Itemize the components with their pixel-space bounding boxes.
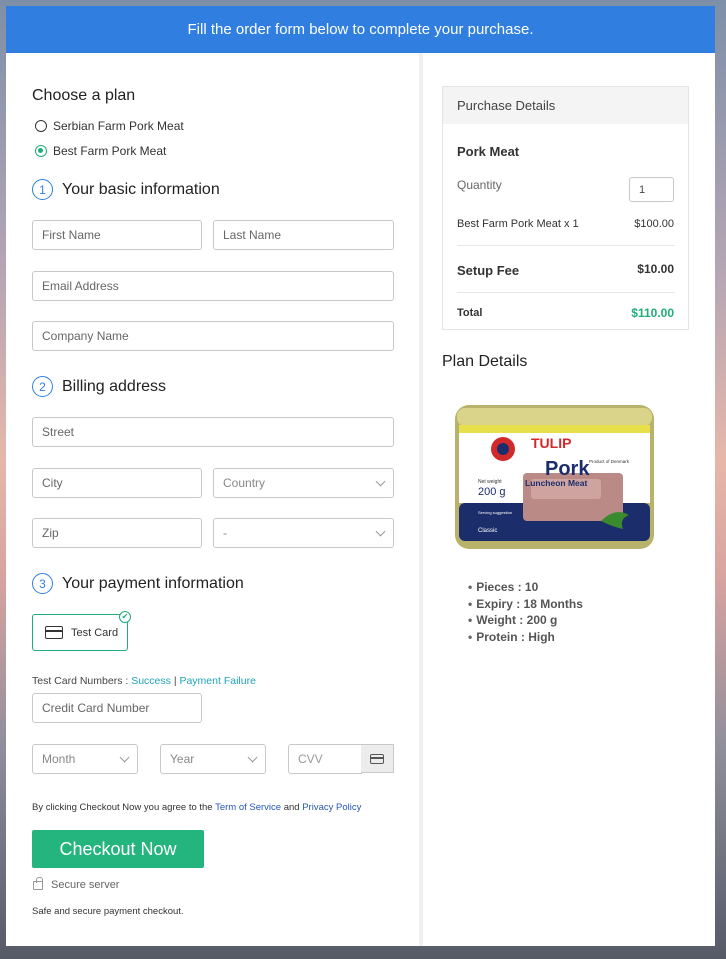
chevron-down-icon (375, 476, 386, 487)
test-card-option[interactable]: Test Card (32, 614, 128, 651)
section-title: Billing address (62, 377, 167, 395)
lock-icon (33, 876, 43, 890)
list-item: Weight : 200 g (468, 612, 583, 629)
list-item: Expiry : 18 Months (468, 596, 583, 613)
can-origin-text: Product of Denmark (589, 459, 630, 464)
cvv-field[interactable]: CVV (288, 744, 362, 774)
line-item-price: $100.00 (634, 218, 674, 230)
order-form-card: Choose a plan Serbian Farm Pork Meat Bes… (6, 53, 715, 946)
check-icon: ✔ (119, 611, 131, 623)
step-number: 3 (32, 573, 53, 594)
credit-card-icon (45, 626, 63, 639)
purchase-details-heading: Purchase Details (443, 87, 688, 124)
credit-card-icon (370, 753, 384, 764)
email-field[interactable]: Email Address (32, 271, 394, 301)
plan-details-heading: Plan Details (442, 353, 528, 370)
year-select[interactable]: Year (160, 744, 266, 774)
section-title: Your payment information (62, 574, 244, 592)
country-select-value: Country (223, 476, 266, 490)
plan-option-label: Best Farm Pork Meat (53, 144, 167, 158)
plan-option-label: Serbian Farm Pork Meat (53, 119, 184, 133)
setup-fee-price: $10.00 (637, 262, 674, 276)
terms-of-service-link[interactable]: Term of Service (215, 802, 281, 813)
secure-server-note: Secure server (33, 876, 120, 891)
zip-field[interactable]: Zip (32, 518, 202, 548)
state-select[interactable]: - (213, 518, 394, 548)
plan-option-serbian[interactable]: Serbian Farm Pork Meat (35, 119, 184, 133)
safe-checkout-note: Safe and secure payment checkout. (32, 906, 184, 917)
test-card-label: Test Card (71, 626, 119, 639)
column-divider (419, 53, 423, 946)
month-select[interactable]: Month (32, 744, 138, 774)
divider (457, 245, 675, 246)
country-select[interactable]: Country (213, 468, 394, 498)
first-name-field[interactable]: First Name (32, 220, 202, 250)
terms-prefix: By clicking Checkout Now you agree to th… (32, 802, 213, 813)
terms-and: and (283, 802, 300, 813)
quantity-label: Quantity (457, 178, 502, 192)
payment-failure-link[interactable]: Payment Failure (179, 675, 255, 687)
can-weight-label: Net weight (478, 479, 502, 485)
can-serving-text: Serving suggestion (478, 510, 512, 515)
setup-fee-label: Setup Fee (457, 263, 520, 278)
can-name-text: Pork (545, 458, 590, 480)
chevron-down-icon (247, 752, 258, 763)
city-field[interactable]: City (32, 468, 202, 498)
can-variant-text: Classic (478, 528, 497, 534)
step-number: 2 (32, 376, 53, 397)
total-price: $110.00 (631, 306, 674, 320)
radio-icon[interactable] (35, 120, 47, 132)
product-name: Pork Meat (457, 144, 520, 159)
can-brand-text: TULIP (531, 435, 571, 451)
list-item: Pieces : 10 (468, 579, 583, 596)
choose-plan-heading: Choose a plan (32, 87, 136, 104)
divider (457, 292, 675, 293)
plan-features-list: Pieces : 10 Expiry : 18 Months Weight : … (468, 579, 583, 645)
section-title: Your basic information (62, 180, 220, 198)
step-number: 1 (32, 179, 53, 200)
year-select-value: Year (170, 752, 195, 766)
quantity-input[interactable]: 1 (629, 177, 674, 202)
last-name-field[interactable]: Last Name (213, 220, 394, 250)
card-number-field[interactable]: Credit Card Number (32, 693, 202, 723)
can-sub-text: Luncheon Meat (525, 478, 588, 488)
terms-text: By clicking Checkout Now you agree to th… (32, 802, 361, 813)
success-link[interactable]: Success (131, 675, 171, 687)
total-label: Total (457, 307, 483, 319)
can-weight-text: 200 g (478, 486, 506, 498)
test-card-numbers: Test Card Numbers : Success | Payment Fa… (32, 675, 256, 687)
line-item-label: Best Farm Pork Meat x 1 (457, 218, 579, 230)
radio-selected-icon[interactable] (35, 145, 47, 157)
section-basic-info: 1 Your basic information (32, 179, 220, 200)
privacy-policy-link[interactable]: Privacy Policy (302, 802, 361, 813)
company-field[interactable]: Company Name (32, 321, 394, 351)
state-select-value: - (223, 526, 227, 540)
secure-server-label: Secure server (51, 879, 120, 891)
list-item: Protein : High (468, 629, 583, 646)
chevron-down-icon (375, 526, 386, 537)
banner-text: Fill the order form below to complete yo… (187, 21, 534, 38)
test-card-numbers-label: Test Card Numbers : (32, 675, 129, 687)
cvv-help-button[interactable] (361, 744, 394, 773)
chevron-down-icon (119, 752, 130, 763)
link-separator: | (173, 675, 177, 687)
month-select-value: Month (42, 752, 76, 766)
purchase-details-panel: Purchase Details Pork Meat Quantity 1 Be… (442, 86, 689, 330)
header-banner: Fill the order form below to complete yo… (6, 6, 715, 53)
checkout-now-button[interactable]: Checkout Now (32, 830, 204, 868)
plan-option-best-farm[interactable]: Best Farm Pork Meat (35, 144, 166, 158)
street-field[interactable]: Street (32, 417, 394, 447)
section-billing-address: 2 Billing address (32, 376, 166, 397)
section-payment-info: 3 Your payment information (32, 573, 244, 594)
pork-can-image: TULIP Pork Luncheon Meat Product of Denm… (455, 405, 654, 549)
